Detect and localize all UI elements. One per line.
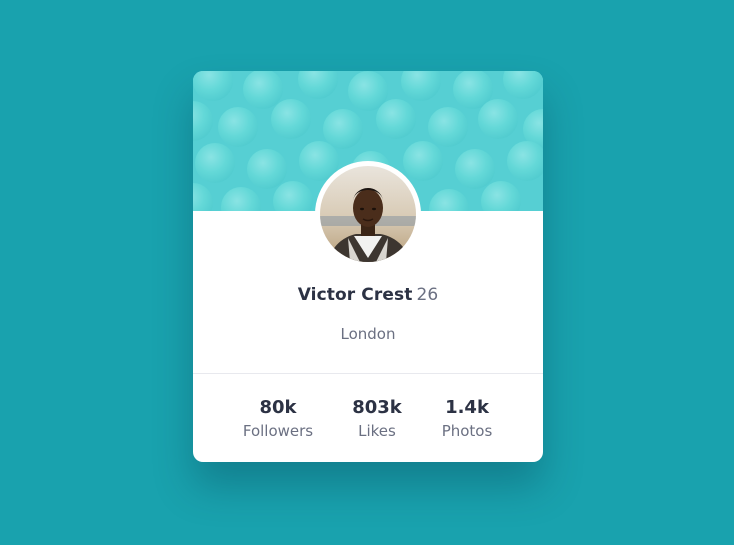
stat-followers: 80k Followers: [223, 397, 333, 441]
profile-age: 26: [416, 285, 439, 305]
profile-card: Victor Crest 26 London 80k Followers 803k…: [193, 71, 543, 462]
profile-location: London: [340, 325, 396, 343]
stat-label: Photos: [441, 422, 493, 440]
stat-value: 80k: [259, 397, 297, 418]
stat-label: Followers: [242, 422, 314, 440]
stat-photos: 1.4k Photos: [412, 397, 522, 441]
profile-photo-icon: [320, 166, 416, 262]
divider: [193, 373, 543, 374]
avatar[interactable]: [315, 161, 421, 267]
profile-stats: 80k Followers 803k Likes 1.4k Photos: [193, 397, 543, 447]
stat-value: 1.4k: [445, 397, 489, 418]
profile-name-line: Victor Crest 26: [193, 285, 543, 305]
profile-name: Victor Crest: [297, 285, 413, 305]
